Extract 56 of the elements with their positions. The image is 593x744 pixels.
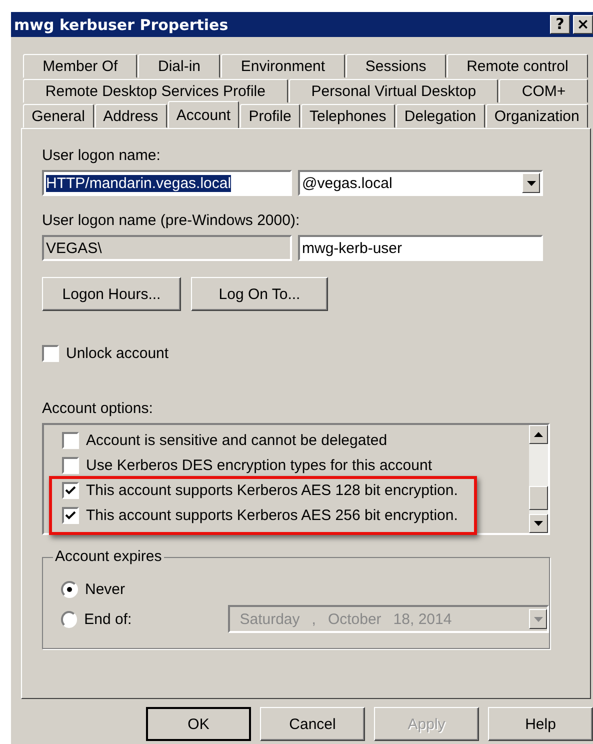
tab[interactable]: Sessions [346,54,446,78]
checkmark-icon [65,510,76,521]
checkbox[interactable] [62,457,79,474]
caret-down-icon [526,180,536,186]
checkbox[interactable] [42,345,59,362]
tab[interactable]: COM+ [499,79,588,103]
caret-up-icon [534,432,543,437]
tab[interactable]: Organization [486,104,588,128]
tab[interactable]: Remote Desktop Services Profile [23,79,288,103]
tab[interactable]: Profile [240,104,300,128]
close-button[interactable]: × [573,15,593,34]
scrollbar[interactable] [529,425,548,533]
checkbox[interactable] [62,432,79,449]
field-label: User logon name: [42,147,162,164]
tab[interactable]: Personal Virtual Desktop [288,79,498,103]
checkbox-label: Unlock account [66,345,169,362]
tab[interactable]: Remote control [446,54,588,78]
scroll-up-button[interactable] [529,425,548,444]
section-label: Account options: [42,400,154,417]
field-label: User logon name (pre-Windows 2000): [42,212,301,229]
button[interactable]: Logon Hours... [42,277,181,311]
tab[interactable]: Dial-in [138,54,220,78]
radio-label: End of: [84,610,132,628]
radio-button[interactable] [61,580,78,598]
checkbox[interactable] [62,507,79,524]
tab[interactable]: Account [168,101,240,128]
button[interactable]: Help [488,707,593,741]
scroll-down-button[interactable] [529,514,548,533]
tab[interactable]: General [23,104,94,128]
option-label: Account is sensitive and cannot be delegated [86,432,388,449]
domain-dropdown[interactable]: @vegas.local [298,170,543,196]
button[interactable]: Cancel [260,707,366,741]
tab[interactable]: Environment [221,54,345,78]
button[interactable]: OK [146,707,252,741]
tab[interactable]: Address [94,104,167,128]
tab[interactable]: Telephones [300,104,395,128]
input-field[interactable]: VEGAS\ [42,235,292,261]
input-field[interactable]: HTTP/mandarin.vegas.local [42,170,292,196]
option-label: Use Kerberos DES encryption types for this account [86,457,432,474]
input-field[interactable]: mwg-kerb-user [298,235,543,261]
radio-button[interactable] [61,610,78,628]
group-label: Account expires [53,548,164,565]
caret-down-icon [534,521,543,526]
window-title: mwg kerbuser Properties [14,16,230,34]
option-label: This account supports Kerberos AES 128 bit encryption. [86,482,458,499]
tab[interactable]: Member Of [23,54,138,78]
dropdown-button[interactable] [522,173,540,193]
checkmark-icon [65,485,76,496]
tab[interactable]: Delegation [396,104,485,128]
radio-label: Never [85,580,126,598]
help-button[interactable]: ? [550,15,570,34]
caret-down-icon [534,616,542,622]
checkbox[interactable] [62,482,79,499]
button[interactable]: Log On To... [191,277,328,311]
option-label: This account supports Kerberos AES 256 bit encryption. [86,507,458,524]
scroll-thumb[interactable] [529,486,548,510]
